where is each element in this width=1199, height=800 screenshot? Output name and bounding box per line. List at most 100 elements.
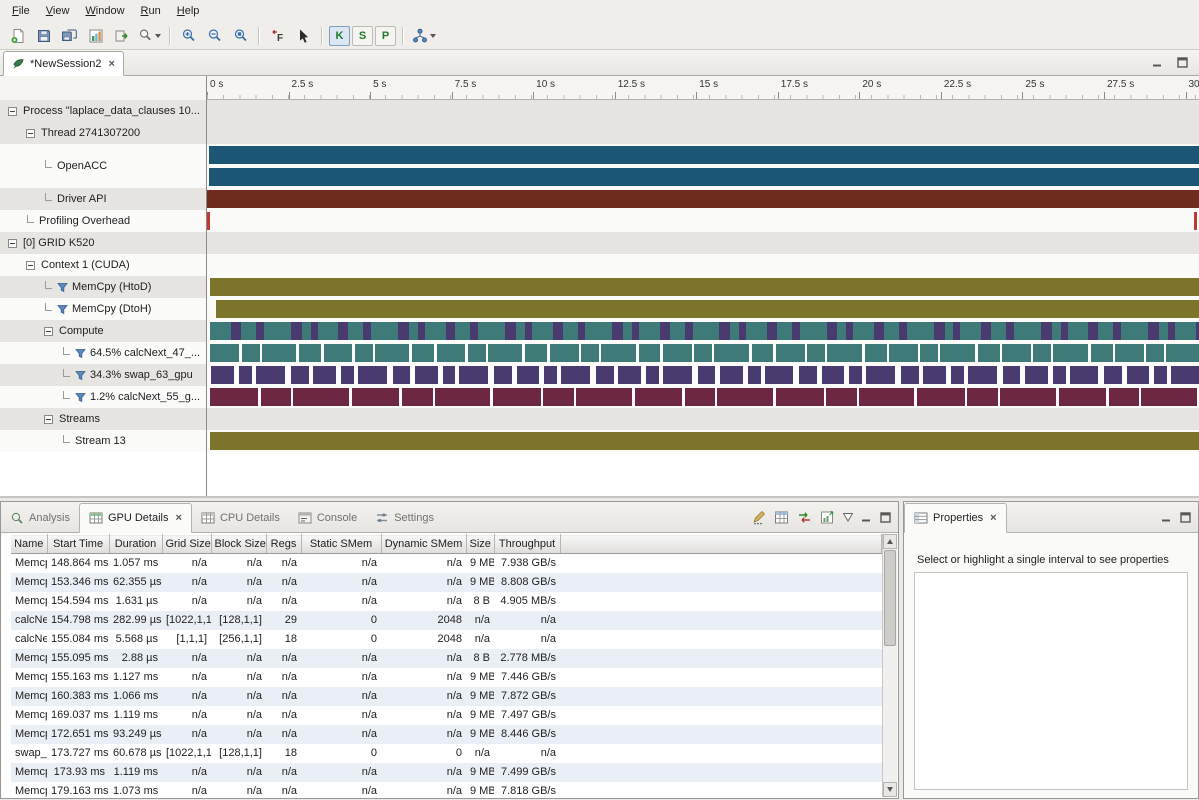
timeline-bar-segment[interactable] bbox=[859, 388, 915, 406]
timeline-bar-segment[interactable] bbox=[1061, 322, 1068, 340]
timeline-row-track[interactable] bbox=[207, 320, 1199, 342]
table-row[interactable]: Memcpy172.651 ms93.249 µsn/an/an/an/an/a… bbox=[11, 725, 882, 744]
table-row[interactable]: Memcpy169.037 ms1.119 msn/an/an/an/an/a9… bbox=[11, 706, 882, 725]
timeline-row-track[interactable] bbox=[207, 364, 1199, 386]
timeline-bar-segment[interactable] bbox=[209, 168, 1199, 186]
timeline-bar-segment[interactable] bbox=[1121, 322, 1148, 340]
timeline-bar-segment[interactable] bbox=[1141, 388, 1197, 406]
column-header-block-size[interactable]: Block Size bbox=[211, 535, 266, 554]
timeline-bar-segment[interactable] bbox=[730, 322, 739, 340]
timeline-bar-segment[interactable] bbox=[827, 344, 862, 362]
timeline-bar-segment[interactable] bbox=[865, 344, 887, 362]
timeline-bar-segment[interactable] bbox=[468, 344, 486, 362]
collapse-icon[interactable] bbox=[44, 327, 53, 336]
zoom-in-button[interactable] bbox=[176, 24, 201, 47]
timeline-bar-segment[interactable] bbox=[663, 366, 692, 384]
timeline-bar-segment[interactable] bbox=[488, 344, 523, 362]
timeline-bar-segment[interactable] bbox=[826, 388, 857, 406]
timeline-bar-segment[interactable] bbox=[923, 366, 946, 384]
timeline-bar-segment[interactable] bbox=[1109, 388, 1140, 406]
timeline-bar-segment[interactable] bbox=[827, 322, 838, 340]
timeline-bar-segment[interactable] bbox=[443, 366, 456, 384]
timeline-bar-segment[interactable] bbox=[1115, 344, 1144, 362]
timeline-row-label[interactable]: MemCpy (DtoH) bbox=[0, 298, 207, 320]
timeline-bar-segment[interactable] bbox=[635, 388, 683, 406]
timeline-bar-segment[interactable] bbox=[525, 322, 532, 340]
column-header-name[interactable]: Name bbox=[11, 535, 47, 554]
timeline-bar-segment[interactable] bbox=[459, 366, 488, 384]
timeline-bar-segment[interactable] bbox=[210, 344, 239, 362]
table-row[interactable]: Memcpy154.594 ms1.631 µsn/an/an/an/an/a8… bbox=[11, 592, 882, 611]
session-tab[interactable]: *NewSession2 × bbox=[3, 51, 124, 76]
timeline-bar-segment[interactable] bbox=[261, 388, 292, 406]
timeline-bar-segment[interactable] bbox=[632, 322, 639, 340]
timeline-bar-segment[interactable] bbox=[960, 322, 981, 340]
timeline-bar-segment[interactable] bbox=[1059, 388, 1107, 406]
timeline-bar-segment[interactable] bbox=[543, 388, 574, 406]
timeline-row-track[interactable] bbox=[207, 188, 1199, 210]
timeline-bar-segment[interactable] bbox=[1148, 322, 1159, 340]
minimize-details-button[interactable] bbox=[861, 512, 872, 523]
timeline-bar-segment[interactable] bbox=[1068, 322, 1089, 340]
timeline-bar-segment[interactable] bbox=[884, 322, 899, 340]
timeline-bar-segment[interactable] bbox=[1033, 344, 1051, 362]
timeline-bar-segment[interactable] bbox=[264, 322, 291, 340]
new-session-button[interactable] bbox=[5, 24, 30, 47]
timeline-bar-segment[interactable] bbox=[210, 322, 231, 340]
timeline-bar-segment[interactable] bbox=[402, 388, 433, 406]
timeline-bar-segment[interactable] bbox=[846, 322, 853, 340]
timeline-bar-segment[interactable] bbox=[324, 344, 353, 362]
timeline-bar-segment[interactable] bbox=[375, 344, 410, 362]
timeline-bar-segment[interactable] bbox=[822, 366, 845, 384]
timeline-bar-segment[interactable] bbox=[348, 322, 363, 340]
menu-item-window[interactable]: Window bbox=[77, 2, 132, 20]
column-header-duration[interactable]: Duration bbox=[109, 535, 162, 554]
timeline-bar-segment[interactable] bbox=[777, 322, 792, 340]
timeline-bar-segment[interactable] bbox=[663, 344, 692, 362]
timeline-bar-segment[interactable] bbox=[853, 322, 874, 340]
table-row[interactable]: Memcpy160.383 ms1.066 msn/an/an/an/an/a9… bbox=[11, 687, 882, 706]
timeline-bar-segment[interactable] bbox=[561, 366, 590, 384]
timeline-row-label[interactable]: Streams bbox=[0, 408, 207, 430]
timeline-row-track[interactable] bbox=[207, 100, 1199, 122]
timeline-bar-segment[interactable] bbox=[746, 322, 767, 340]
timeline-bar-segment[interactable] bbox=[714, 344, 749, 362]
timeline-row-label[interactable]: Driver API bbox=[0, 188, 207, 210]
timeline-bar-segment[interactable] bbox=[901, 366, 919, 384]
timeline-bar-segment[interactable] bbox=[455, 322, 470, 340]
timeline-bar-segment[interactable] bbox=[991, 322, 1006, 340]
timeline-bar-segment[interactable] bbox=[311, 322, 318, 340]
column-header-dynamic-smem[interactable]: Dynamic SMem bbox=[381, 535, 466, 554]
timeline-bar-segment[interactable] bbox=[553, 322, 563, 340]
column-header-static-smem[interactable]: Static SMem bbox=[301, 535, 381, 554]
timeline-bar-segment[interactable] bbox=[693, 322, 720, 340]
timeline-bar-segment[interactable] bbox=[211, 366, 234, 384]
edit-selection-button[interactable] bbox=[751, 510, 766, 525]
timeline-bar-segment[interactable] bbox=[717, 388, 773, 406]
timeline-bar-segment[interactable] bbox=[210, 388, 258, 406]
timeline-bar-segment[interactable] bbox=[739, 322, 746, 340]
timeline-bar-segment[interactable] bbox=[596, 366, 614, 384]
menu-item-run[interactable]: Run bbox=[133, 2, 169, 20]
menu-item-file[interactable]: File bbox=[4, 2, 38, 20]
timeline-bar-segment[interactable] bbox=[393, 366, 411, 384]
timeline-bar-segment[interactable] bbox=[889, 344, 918, 362]
menu-item-view[interactable]: View bbox=[38, 2, 78, 20]
timeline-bar-segment[interactable] bbox=[256, 366, 285, 384]
timeline-bar-segment[interactable] bbox=[338, 322, 348, 340]
timeline-bar-segment[interactable] bbox=[544, 366, 557, 384]
timeline-bar-segment[interactable] bbox=[352, 388, 400, 406]
tab-cpu-details[interactable]: CPU Details bbox=[192, 503, 289, 533]
timeline-bar-segment[interactable] bbox=[355, 344, 373, 362]
timeline-bar-segment[interactable] bbox=[493, 388, 541, 406]
timeline-row-track[interactable] bbox=[207, 232, 1199, 254]
timeline-row-track[interactable] bbox=[207, 276, 1199, 298]
analysis-menu-button[interactable] bbox=[409, 24, 439, 47]
timeline-bar-segment[interactable] bbox=[1091, 344, 1113, 362]
timeline-bar-segment[interactable] bbox=[752, 344, 774, 362]
timeline-bar-segment[interactable] bbox=[618, 366, 641, 384]
timeline-bar-segment[interactable] bbox=[1113, 322, 1121, 340]
timeline-bar-segment[interactable] bbox=[934, 322, 945, 340]
timeline-bar-segment[interactable] bbox=[874, 322, 884, 340]
table-scrollbar[interactable] bbox=[882, 534, 897, 797]
